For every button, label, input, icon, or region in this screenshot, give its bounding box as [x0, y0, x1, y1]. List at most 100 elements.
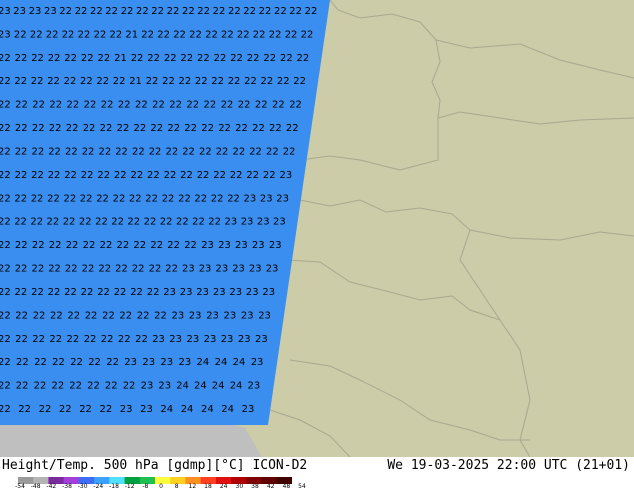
colorbar-tick-label: 38 — [251, 483, 259, 490]
temperature-label: 22 — [213, 170, 226, 181]
footer: Height/Temp. 500 hPa [gdmp][°C] ICON-D2 … — [0, 457, 634, 490]
temperature-label: 23 — [172, 310, 185, 321]
temperature-label: 22 — [165, 264, 178, 275]
temperature-label: 23 — [169, 334, 182, 345]
temperature-label: 22 — [15, 100, 28, 111]
temperature-label: 22 — [48, 53, 61, 64]
temperature-label: 22 — [32, 147, 45, 158]
temperature-label: 22 — [46, 29, 59, 40]
temperature-label: 22 — [31, 287, 44, 298]
temperature-label: 22 — [70, 357, 83, 368]
temperature-label: 22 — [82, 264, 95, 275]
colorbar-tick-label: 12 — [188, 483, 197, 490]
temperature-label: 22 — [233, 147, 246, 158]
temperature-label: 22 — [80, 76, 93, 87]
temperature-label: 22 — [117, 123, 130, 134]
temperature-label: 24 — [215, 357, 228, 368]
temperature-label: 22 — [186, 100, 199, 111]
temperature-label: 23 — [199, 264, 212, 275]
temperature-label: 22 — [39, 404, 52, 415]
temperature-label: 22 — [31, 76, 44, 87]
temperature-label: 22 — [160, 217, 173, 228]
temperature-label: 22 — [199, 147, 212, 158]
temperature-label: 22 — [216, 147, 229, 158]
temperature-label: 22 — [94, 29, 107, 40]
temperature-label: 22 — [102, 310, 115, 321]
temperature-label: 22 — [123, 381, 136, 392]
temperature-label: 22 — [31, 170, 44, 181]
temperature-label: 22 — [167, 6, 180, 17]
temperature-label: 22 — [64, 170, 77, 181]
temperature-label: 22 — [15, 147, 28, 158]
temperature-label: 23 — [262, 287, 275, 298]
temperature-label: 22 — [263, 53, 276, 64]
temperature-label: 22 — [98, 264, 111, 275]
temperature-label: 22 — [230, 53, 243, 64]
temperature-label: 23 — [260, 193, 273, 204]
temperature-label: 22 — [195, 76, 208, 87]
temperature-label: 22 — [197, 170, 210, 181]
temperature-label: 22 — [285, 29, 298, 40]
temperature-label: 22 — [14, 29, 27, 40]
colorbar-tick-label: -18 — [109, 483, 119, 490]
temperature-label: 22 — [131, 170, 144, 181]
temperature-label: 22 — [176, 217, 189, 228]
temperature-label: 22 — [189, 29, 202, 40]
temperature-label: 24 — [197, 357, 210, 368]
temperature-label: 22 — [211, 76, 224, 87]
temperature-label: 22 — [179, 76, 192, 87]
country-borders — [269, 0, 634, 457]
temperature-label: 22 — [144, 217, 157, 228]
temperature-label: 23 — [182, 264, 195, 275]
temperature-label: 22 — [149, 147, 162, 158]
temperature-label: 22 — [169, 100, 182, 111]
temperature-label: 23 — [252, 240, 265, 251]
temperature-label: 22 — [80, 193, 93, 204]
temperature-label: 22 — [32, 264, 45, 275]
temperature-label: 22 — [31, 193, 44, 204]
temperature-label: 22 — [64, 53, 77, 64]
temperature-label: 23 — [158, 381, 171, 392]
temperature-label: 22 — [289, 6, 302, 17]
temperature-label: 23 — [241, 310, 254, 321]
temperature-label: 22 — [0, 76, 11, 87]
temperature-label: 22 — [15, 310, 28, 321]
temperature-label: 23 — [248, 381, 261, 392]
temperature-label: 22 — [65, 264, 78, 275]
colorbar-tick-label: 54 — [298, 483, 306, 490]
temperature-label: 22 — [253, 29, 266, 40]
temperature-label: 22 — [214, 53, 227, 64]
temperature-label: 22 — [247, 53, 260, 64]
temperature-label: 22 — [166, 147, 179, 158]
temperature-label: 22 — [50, 310, 63, 321]
temperature-label: 23 — [142, 357, 155, 368]
temperature-label: 24 — [201, 404, 214, 415]
temperature-label: 23 — [201, 240, 214, 251]
temperature-label: 23 — [29, 6, 42, 17]
temperature-label: 22 — [305, 6, 318, 17]
temperature-label: 23 — [273, 217, 286, 228]
temperature-label: 23 — [44, 6, 57, 17]
temperature-label: 22 — [141, 29, 154, 40]
temperature-label: 23 — [206, 310, 219, 321]
temperature-label: 22 — [136, 6, 149, 17]
temperature-label: 23 — [241, 217, 254, 228]
temperature-label: 21 — [114, 53, 127, 64]
temperature-label: 22 — [255, 100, 268, 111]
temperature-label: 24 — [160, 404, 173, 415]
temperature-label: 23 — [187, 334, 200, 345]
temperature-label: 22 — [197, 53, 210, 64]
colorbar-tick-label: -8 — [142, 483, 149, 490]
temperature-label: 22 — [238, 100, 251, 111]
temperature-label: 22 — [48, 287, 61, 298]
temperature-label: 22 — [243, 6, 256, 17]
temperature-label: 22 — [211, 193, 224, 204]
temperature-label: 22 — [59, 404, 72, 415]
temperature-label: 22 — [0, 404, 11, 415]
temperature-label: 23 — [180, 287, 193, 298]
temperature-label: 22 — [131, 53, 144, 64]
colorbar-tick-label: 30 — [235, 483, 244, 490]
temperature-label: 22 — [101, 100, 114, 111]
colorbar-tick-label: 24 — [219, 483, 228, 490]
temperature-label: 22 — [147, 287, 160, 298]
